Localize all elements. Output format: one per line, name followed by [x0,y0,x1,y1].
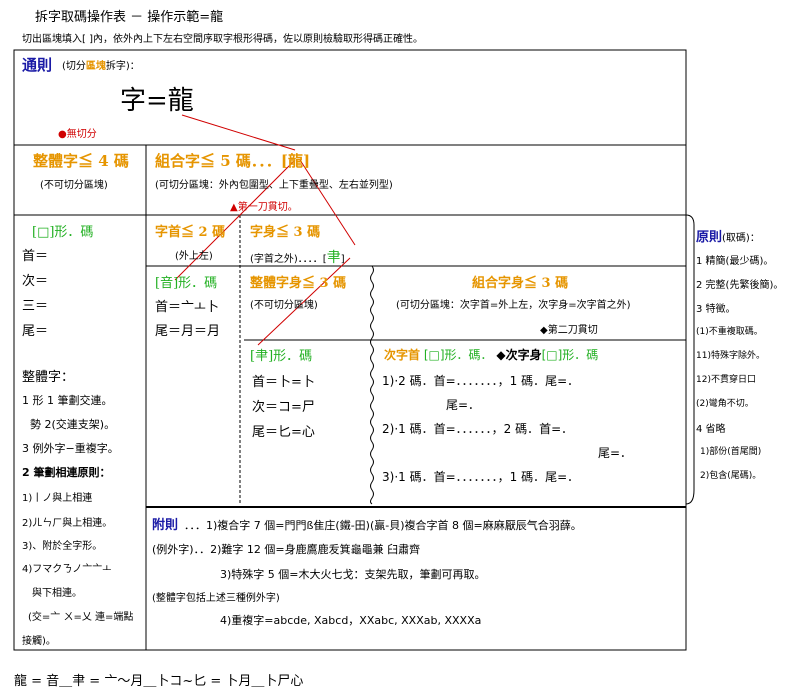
combo-row-2b: 尾=． [598,446,633,460]
rule-r10: 接觸)。 [22,636,56,647]
rule-r7: 4)フマクㄋノ亠亠ㅗ [22,564,112,575]
appendix-line-4: (整體字包括上述三種例外字) [152,593,280,604]
combo-desc: (可切分區塊：外內包圍型、上下重疊型、左右並列型) [155,180,393,191]
whole-line-2: 次＝ [22,274,49,289]
whole-line-1: 首＝ [22,249,49,264]
head-title: 字首≦ 2 碼 [155,225,226,240]
rule-r5: 2)ㄦㄣㄏ與上相連。 [22,518,113,529]
rule-r6: 3)、附於全字形。 [22,541,103,552]
combo-title: 組合字≦ 5 碼．．．[龍] [155,152,311,170]
principle-9: 1)部份(首尾間) [700,447,762,457]
whole-shape-title: [□]形．碼 [32,225,94,240]
combo-row-1b: 尾=． [446,398,481,412]
principle-6: 12)不貫穿日口 [696,375,756,385]
rule-r3: 2 筆劃相連原則： [22,466,111,479]
principle-4: (1)不重複取碼。 [696,327,763,337]
wholebody-line-2: 次＝コ=尸 [252,400,315,415]
wholebody-title: 整體字身≦ 3 碼 [250,276,347,291]
wholebody-shape-title: [𦘒]形．碼 [250,349,313,364]
appendix-line-1: ．．．1)複合字 7 個=門門ß隹庄(鐵-田)(贏-貝)複合字首 8 個=麻麻厭… [184,519,582,532]
combo-row-1: 1)·2 碼．首=．．．．．．．，1 碼．尾=． [382,374,580,388]
combobody-title: 組合字身≦ 3 碼 [472,276,569,291]
whole-line-4: 尾＝ [22,324,49,339]
principle-7: (2)彎角不切。 [696,399,754,409]
rule-desc: (切分區塊拆字)： [62,61,140,72]
rule-r1: 1 形 1 筆劃交連。 [22,394,113,407]
wholebody-desc: (不可切分區塊) [250,300,318,311]
first-cut-note: ▲第一刀貫切。 [230,202,298,213]
appendix-line-2: (例外字)．．2)難字 12 個=身鹿鷹鹿叐箕龜黽兼 臼肅齊 [152,543,421,556]
rule-r9: (交=亠 ㄨ=乂 連=端點 [28,612,134,623]
whole-desc: (不可切分區塊) [40,180,108,191]
page-title: 拆字取碼操作表 － 操作示範=龍 [35,10,224,25]
combobody-desc: (可切分區塊：次字首=外上左，次字身=次字首之外) [396,300,631,311]
principle-8: 4 省略 [696,424,726,435]
principle-1: 1 精簡(最少碼)。 [696,256,774,267]
appendix-line-5: 4)重複字=abcde, Xabcd，XXabc, XXXab, XXXXa [220,614,482,627]
head-line-1: 首＝亠ㅗ卜 [155,300,219,315]
appendix-label: 附則 [152,518,179,533]
appendix-line-3: 3)特殊字 5 個=木大火七戈：支架先取，筆劃可再取。 [220,568,486,581]
rule-example: 字=龍 [120,86,194,116]
wholebody-line-1: 首＝卜=卜 [252,375,315,390]
body-desc: (字首之外)．．．．[𦘒] [250,250,345,266]
combo-row-2: 2)·1 碼．首=．．．．．．，2 碼．首=． [382,422,574,436]
principle-3: 3 特徵。 [696,304,736,315]
whole-title: 整體字≦ 4 碼 [33,152,129,170]
head-line-2: 尾＝月＝月 [155,324,221,339]
rule-r2: 3 例外字−重複字。 [22,442,119,455]
principle-2: 2 完整(先繁後簡)。 [696,280,784,291]
head-shape-title: [音]形．碼 [155,276,218,291]
body-title: 字身≦ 3 碼 [250,225,321,240]
footer-formula: 龍 = 音＿𦘒 = 亠～月＿卜コ~匕 = 卜月＿卜尸心 [14,674,304,689]
principle-10: 2)包含(尾碼)。 [700,471,762,481]
no-cut-note: ●無切分 [58,129,97,140]
rule-r1b: 勢 2(交連支架)。 [30,418,116,431]
page-subtitle: 切出區塊填入[ ]內，依外內上下左右空間序取字根形得碼，佐以原則檢驗取形得碼正確… [22,34,423,45]
sub-head-row: 次字首 [□]形．碼． ◆次字身[□]形．碼 [384,348,599,362]
rule-r4: 1)丨ノ與上相連 [22,493,93,504]
rule-r8: 與下相連。 [32,588,82,599]
principles-title: 原則(取碼)： [696,230,760,245]
head-desc: (外上左) [175,251,213,262]
wholebody-line-3: 尾＝匕=心 [252,425,315,440]
second-cut-note: ◆第二刀貫切 [540,325,598,336]
combo-row-3: 3)·1 碼．首=．．．．．．．，1 碼．尾=． [382,470,580,484]
rule-label: 通則 [22,56,53,74]
principle-5: 11)特殊字除外。 [696,351,765,361]
zhengti-label: 整體字： [22,370,75,385]
whole-line-3: 三＝ [22,299,49,314]
